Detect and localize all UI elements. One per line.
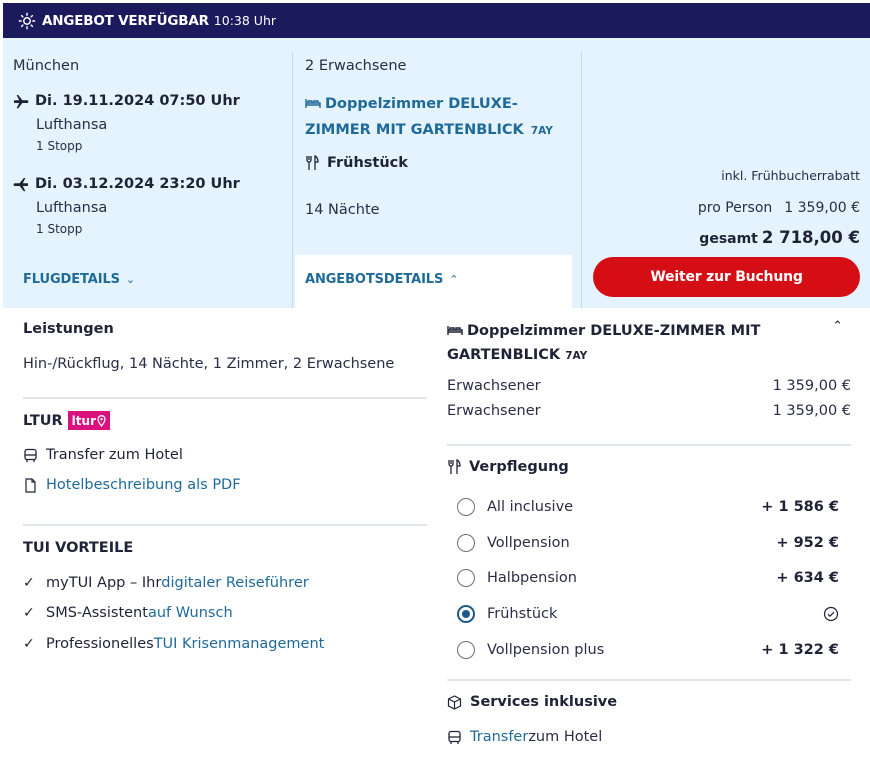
total-label: gesamt xyxy=(699,231,758,247)
verpflegung-title: Verpflegung xyxy=(469,459,569,475)
chevron-down-icon: ⌄ xyxy=(125,273,136,286)
return-stops: 1 Stopp xyxy=(36,222,83,236)
sun-icon xyxy=(18,12,36,29)
departure-city: München xyxy=(13,58,80,74)
hotel-pdf-label: Hotelbeschreibung als PDF xyxy=(46,477,241,493)
services-heading: Services inklusive xyxy=(447,694,617,710)
document-icon xyxy=(25,477,36,493)
room-detail-heading: Doppelzimmer DELUXE-ZIMMER MIT GARTENBLI… xyxy=(447,319,851,368)
divider xyxy=(447,679,851,681)
bed-icon xyxy=(447,326,463,335)
radio-button[interactable] xyxy=(457,569,475,587)
return-date: Di. 03.12.2024 23:20 Uhr xyxy=(35,176,240,192)
vorteil-item: ✓ Professionelles TUI Krisenmanagement xyxy=(23,636,325,652)
room-name: Doppelzimmer DELUXE-ZIMMER MIT GARTENBLI… xyxy=(305,96,524,138)
collapse-chevron-icon[interactable]: ⌃ xyxy=(832,319,843,334)
bus-icon xyxy=(448,730,461,744)
cutlery-icon xyxy=(306,155,319,170)
ltur-transfer-label: Transfer zum Hotel xyxy=(46,447,183,463)
ltur-logo: ltur xyxy=(67,411,110,430)
board-option-selected[interactable]: Frühstück xyxy=(457,605,839,623)
board-label: Frühstück xyxy=(327,155,408,171)
total-price: gesamt 2 718,00 € xyxy=(699,228,860,247)
return-airline: Lufthansa xyxy=(36,200,108,216)
nights-count: 14 Nächte xyxy=(305,202,380,218)
flight-details-label: FLUGDETAILS xyxy=(23,272,120,287)
outbound-airline: Lufthansa xyxy=(36,117,108,133)
offer-summary: München Di. 19.11.2024 07:50 Uhr Lufthan… xyxy=(3,38,870,308)
continue-booking-button[interactable]: Weiter zur Buchung xyxy=(593,257,860,297)
ltur-heading: LTUR ltur xyxy=(23,411,110,430)
outbound-date: Di. 19.11.2024 07:50 Uhr xyxy=(35,93,240,109)
return-flight: Di. 03.12.2024 23:20 Uhr Lufthansa 1 Sto… xyxy=(13,176,240,236)
flight-column: München Di. 19.11.2024 07:50 Uhr Lufthan… xyxy=(3,38,292,308)
plane-return-icon xyxy=(13,178,28,192)
bus-icon xyxy=(24,448,37,462)
cutlery-icon xyxy=(448,459,461,474)
vorteile-title: TUI VORTEILE xyxy=(23,540,134,556)
column-divider xyxy=(292,52,293,308)
vorteil-link[interactable]: digitaler Reiseführer xyxy=(161,575,308,591)
room-link[interactable]: Doppelzimmer DELUXE-ZIMMER MIT GARTENBLI… xyxy=(305,91,575,144)
traveller-price-row: Erwachsener 1 359,00 € xyxy=(447,378,851,394)
board-option[interactable]: Vollpension + 952 € xyxy=(457,534,839,552)
bed-icon xyxy=(305,99,321,108)
offer-details-panel: Leistungen Hin-/Rückflug, 14 Nächte, 1 Z… xyxy=(12,308,860,771)
vorteil-link[interactable]: TUI Krisenmanagement xyxy=(154,636,325,652)
check-icon: ✓ xyxy=(23,605,35,621)
flight-details-toggle[interactable]: FLUGDETAILS ⌄ xyxy=(23,272,135,287)
traveller-price-row: Erwachsener 1 359,00 € xyxy=(447,403,851,419)
board-type: Frühstück xyxy=(305,155,408,171)
check-icon: ✓ xyxy=(23,575,35,591)
map-pin-icon xyxy=(97,414,106,427)
banner-time: 10:38 Uhr xyxy=(213,13,277,28)
offer-details-label: ANGEBOTSDETAILS xyxy=(305,272,444,287)
persons-count: 2 Erwachsene xyxy=(305,58,407,74)
chevron-up-icon: ⌃ xyxy=(449,273,459,286)
radio-button-selected[interactable] xyxy=(457,605,475,623)
divider xyxy=(23,397,427,399)
discount-note: inkl. Frühbucherrabatt xyxy=(721,168,860,183)
services-transfer-link[interactable]: Transfer xyxy=(470,729,528,745)
ltur-transfer: Transfer zum Hotel xyxy=(23,447,183,463)
offer-details-toggle[interactable]: ANGEBOTSDETAILS ⌃ xyxy=(305,272,458,287)
price-column: inkl. Frühbucherrabatt pro Person 1 359,0… xyxy=(583,38,870,308)
outbound-stops: 1 Stopp xyxy=(36,139,83,153)
leistungen-text: Hin-/Rückflug, 14 Nächte, 1 Zimmer, 2 Er… xyxy=(23,356,395,372)
ltur-title: LTUR xyxy=(23,412,63,429)
per-person-price: pro Person 1 359,00 € xyxy=(698,200,860,216)
per-person-value: 1 359,00 € xyxy=(784,200,860,216)
vorteil-item: ✓ myTUI App – Ihr digitaler Reiseführer xyxy=(23,575,309,591)
radio-button[interactable] xyxy=(457,641,475,659)
vorteil-link[interactable]: auf Wunsch xyxy=(148,605,233,621)
room-detail-name: Doppelzimmer DELUXE-ZIMMER MIT GARTENBLI… xyxy=(447,323,761,363)
divider xyxy=(23,524,427,526)
vorteil-item: ✓ SMS-Assistent auf Wunsch xyxy=(23,605,233,621)
board-option[interactable]: Vollpension plus + 1 322 € xyxy=(457,641,839,659)
banner-title: ANGEBOT VERFÜGBAR xyxy=(42,12,209,29)
verpflegung-heading: Verpflegung xyxy=(447,459,569,475)
column-divider xyxy=(581,52,582,308)
package-icon xyxy=(447,694,462,710)
total-value: 2 718,00 € xyxy=(761,228,860,247)
check-circle-icon xyxy=(823,606,839,622)
board-option[interactable]: Halbpension + 634 € xyxy=(457,569,839,587)
divider xyxy=(447,444,851,446)
services-transfer: Transfer zum Hotel xyxy=(447,729,602,745)
offer-column: 2 Erwachsene Doppelzimmer DELUXE-ZIMMER … xyxy=(295,38,581,308)
radio-button[interactable] xyxy=(457,534,475,552)
per-person-label: pro Person xyxy=(697,200,773,216)
room-detail-code: 7AY xyxy=(565,350,588,362)
check-icon: ✓ xyxy=(23,636,35,652)
board-option[interactable]: All inclusive + 1 586 € xyxy=(457,498,839,516)
leistungen-title: Leistungen xyxy=(23,321,114,337)
services-title: Services inklusive xyxy=(470,694,618,710)
radio-button[interactable] xyxy=(457,498,475,516)
plane-departure-icon xyxy=(14,95,29,109)
availability-banner: ANGEBOT VERFÜGBAR 10:38 Uhr xyxy=(3,3,870,38)
outbound-flight: Di. 19.11.2024 07:50 Uhr Lufthansa 1 Sto… xyxy=(13,93,240,153)
room-code: 7AY xyxy=(530,125,553,137)
hotel-pdf-link[interactable]: Hotelbeschreibung als PDF xyxy=(23,477,241,493)
